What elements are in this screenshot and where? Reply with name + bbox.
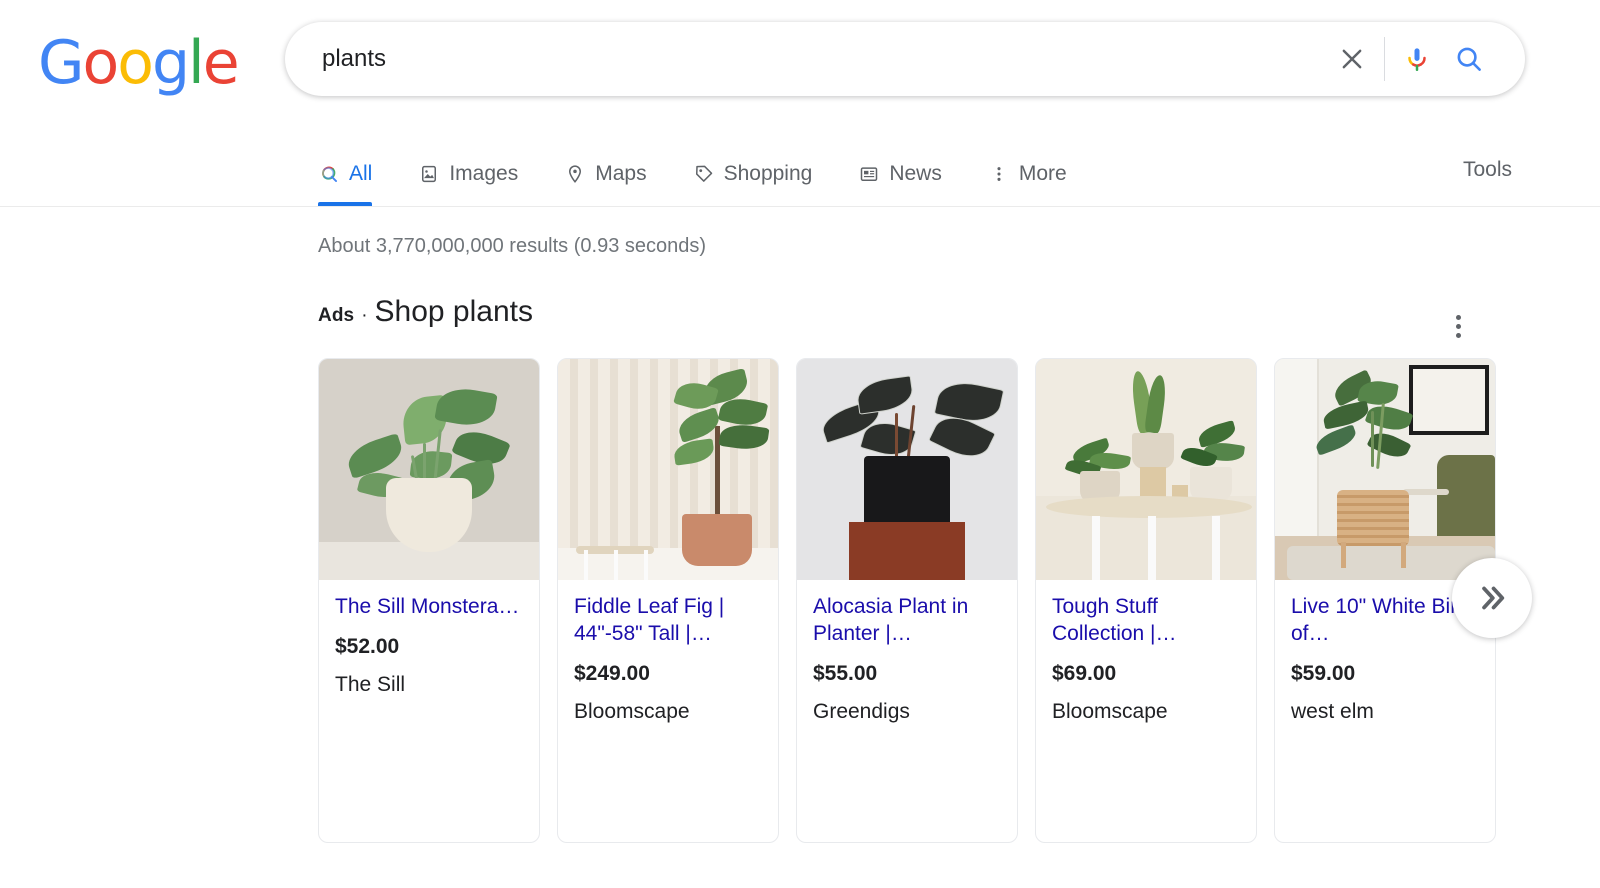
product-details: Alocasia Plant in Planter |… $55.00 Gree… <box>797 580 1017 724</box>
logo-letter-g2: g <box>151 28 190 98</box>
image-icon <box>418 163 440 185</box>
kebab-dot <box>1455 332 1461 338</box>
shopping-carousel[interactable]: The Sill Monstera… $52.00 The Sill Fiddl… <box>318 358 1600 848</box>
product-price: $249.00 <box>574 661 650 685</box>
tab-shopping[interactable]: Shopping <box>693 142 837 205</box>
product-image <box>797 359 1017 580</box>
product-price: $52.00 <box>335 634 400 658</box>
product-card[interactable]: The Sill Monstera… $52.00 The Sill <box>318 358 540 843</box>
tab-label: More <box>1018 161 1067 185</box>
ads-separator: · <box>361 305 368 326</box>
search-input[interactable] <box>285 39 1326 79</box>
product-card[interactable]: Alocasia Plant in Planter |… $55.00 Gree… <box>796 358 1018 843</box>
search-nav: All Images Maps Shopping News More Tools <box>0 142 1600 207</box>
product-details: The Sill Monstera… $52.00 The Sill <box>319 580 539 697</box>
product-title[interactable]: Tough Stuff Collection |… <box>1052 594 1240 648</box>
map-pin-icon <box>564 163 586 185</box>
product-image <box>1036 359 1256 580</box>
product-title[interactable]: Fiddle Leaf Fig | 44"-58" Tall |… <box>574 594 762 648</box>
tab-more[interactable]: More <box>988 142 1091 205</box>
alocasia-plant-in-black-planter-illustration <box>797 359 1017 580</box>
monstera-plant-in-cream-pot-illustration <box>319 359 539 580</box>
tab-label: All <box>349 161 373 185</box>
product-price: $55.00 <box>813 661 878 685</box>
product-image <box>319 359 539 580</box>
product-card[interactable]: Fiddle Leaf Fig | 44"-58" Tall |… $249.0… <box>557 358 779 843</box>
product-details: Fiddle Leaf Fig | 44"-58" Tall |… $249.0… <box>558 580 778 724</box>
search-box-actions <box>1326 33 1525 85</box>
voice-search-button[interactable] <box>1391 33 1443 85</box>
tab-label: News <box>889 161 942 185</box>
tab-label: Shopping <box>723 161 813 185</box>
ads-options-button[interactable] <box>1443 311 1473 341</box>
logo-letter-e: e <box>202 28 240 98</box>
carousel-next-button[interactable] <box>1452 558 1532 638</box>
tools-button[interactable]: Tools <box>1463 158 1512 182</box>
product-price: $69.00 <box>1052 661 1117 685</box>
fiddle-leaf-fig-in-terracotta-pot-illustration <box>558 359 778 580</box>
product-image <box>1275 359 1495 580</box>
product-merchant: west elm <box>1291 699 1374 723</box>
bird-of-paradise-in-rattan-stand-illustration <box>1275 359 1495 580</box>
product-merchant: Bloomscape <box>574 699 690 723</box>
logo-letter-l: l <box>188 28 205 98</box>
product-merchant: The Sill <box>335 672 406 696</box>
tab-label: Images <box>449 161 519 185</box>
ads-header: Ads · Shop plants <box>318 295 1568 343</box>
logo-letter-g: G <box>38 28 84 98</box>
google-logo[interactable]: Google <box>38 33 240 93</box>
microphone-icon <box>1408 48 1426 71</box>
search-icon <box>1457 47 1481 71</box>
submit-search-button[interactable] <box>1443 33 1495 85</box>
tab-news[interactable]: News <box>858 142 966 205</box>
three-potted-plants-on-side-table-illustration <box>1036 359 1256 580</box>
search-header: Google plants All Images Maps Shopping N… <box>0 0 1600 207</box>
product-title[interactable]: Live 10" White Bird of… <box>1291 594 1479 648</box>
kebab-dot <box>1455 314 1461 320</box>
kebab-dot <box>1455 323 1461 329</box>
product-title[interactable]: Alocasia Plant in Planter |… <box>813 594 1001 648</box>
logo-letter-o1: o <box>82 28 120 98</box>
tab-label: Maps <box>595 161 647 185</box>
search-box-divider <box>1384 37 1385 81</box>
carousel-track: The Sill Monstera… $52.00 The Sill Fiddl… <box>318 358 1600 844</box>
result-stats: About 3,770,000,000 results (0.93 second… <box>318 235 707 257</box>
ads-badge: Ads <box>318 305 355 326</box>
news-icon <box>858 163 880 185</box>
product-merchant: Bloomscape <box>1052 699 1168 723</box>
nav-tabs: All Images Maps Shopping News More <box>318 142 1113 206</box>
tab-images[interactable]: Images <box>418 142 542 205</box>
product-image <box>558 359 778 580</box>
product-title[interactable]: The Sill Monstera… <box>335 594 523 621</box>
price-tag-icon <box>693 163 715 185</box>
search-box[interactable] <box>285 22 1525 96</box>
clear-search-button[interactable] <box>1326 33 1378 85</box>
tab-maps[interactable]: Maps <box>564 142 670 205</box>
search-icon <box>318 163 340 185</box>
product-merchant: Greendigs <box>813 699 910 723</box>
product-card[interactable]: Tough Stuff Collection |… $69.00 Bloomsc… <box>1035 358 1257 843</box>
kebab-menu-icon <box>988 163 1010 185</box>
double-chevron-right-icon <box>1482 586 1505 610</box>
product-details: Tough Stuff Collection |… $69.00 Bloomsc… <box>1036 580 1256 724</box>
product-price: $59.00 <box>1291 661 1356 685</box>
logo-letter-o2: o <box>117 28 154 98</box>
ads-title: Shop plants <box>374 295 533 328</box>
shopping-ads-block: Ads · Shop plants <box>318 295 1568 343</box>
tab-all[interactable]: All <box>318 142 396 206</box>
close-icon <box>1342 49 1362 69</box>
